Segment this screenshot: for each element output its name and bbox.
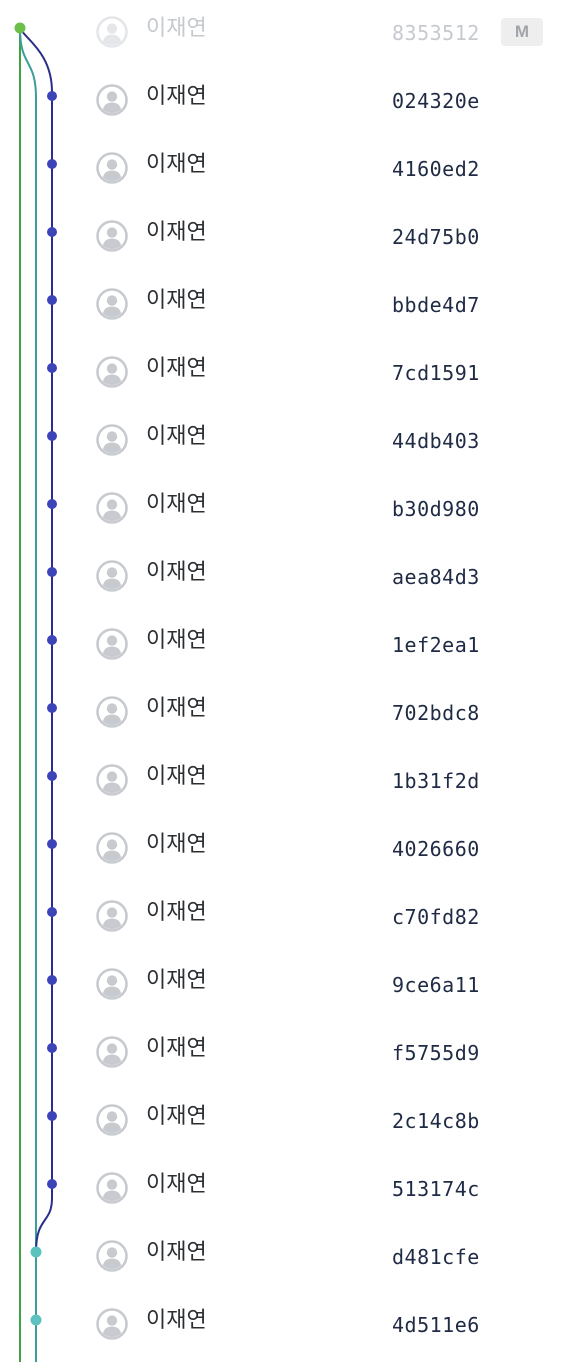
avatar-icon <box>96 764 128 796</box>
commit-author: 이재연 <box>146 424 207 449</box>
commit-author: 이재연 <box>146 696 207 721</box>
avatar-icon <box>96 628 128 660</box>
commit-author: 이재연 <box>146 288 207 313</box>
commit-row[interactable]: 이재연 bbde4d7 <box>0 272 562 340</box>
commit-author: 이재연 <box>146 152 207 177</box>
avatar-icon <box>96 16 128 48</box>
commit-row[interactable]: 이재연 1ef2ea1 <box>0 612 562 680</box>
avatar-icon <box>96 356 128 388</box>
commit-hash[interactable]: aea84d3 <box>392 562 480 592</box>
avatar-icon <box>96 492 128 524</box>
commit-row[interactable]: 이재연 1b31f2d <box>0 748 562 816</box>
avatar-icon <box>96 84 128 116</box>
commit-row[interactable]: 이재연 24d75b0 <box>0 204 562 272</box>
avatar-icon <box>96 1036 128 1068</box>
avatar-icon <box>96 832 128 864</box>
commit-author: 이재연 <box>146 1172 207 1197</box>
commit-author: 이재연 <box>146 764 207 789</box>
commit-author: 이재연 <box>146 220 207 245</box>
avatar-icon <box>96 1240 128 1272</box>
commit-author: 이재연 <box>146 84 207 109</box>
commit-author: 이재연 <box>146 1036 207 1061</box>
commit-hash[interactable]: 513174c <box>392 1174 480 1204</box>
commit-author: 이재연 <box>146 968 207 993</box>
commit-author: 이재연 <box>146 356 207 381</box>
commit-list: 이재연 8353512 M 이재연 024320e 이재연 4160ed2 이재연 24d75b… <box>0 0 562 1362</box>
commit-author: 이재연 <box>146 628 207 653</box>
avatar-icon <box>96 220 128 252</box>
commit-row[interactable]: 이재연 4026660 <box>0 816 562 884</box>
commit-author: 이재연 <box>146 16 207 41</box>
commit-hash[interactable]: 8353512 <box>392 18 480 48</box>
commit-hash[interactable]: 2c14c8b <box>392 1106 480 1136</box>
commit-row[interactable]: 이재연 c70fd82 <box>0 884 562 952</box>
commit-row[interactable]: 이재연 aea84d3 <box>0 544 562 612</box>
commit-hash[interactable]: f5755d9 <box>392 1038 480 1068</box>
commit-hash[interactable]: 7cd1591 <box>392 358 480 388</box>
commit-row[interactable]: 이재연 9ce6a11 <box>0 952 562 1020</box>
commit-hash[interactable]: 1ef2ea1 <box>392 630 480 660</box>
commit-hash[interactable]: 702bdc8 <box>392 698 480 728</box>
commit-hash[interactable]: 4026660 <box>392 834 480 864</box>
avatar-icon <box>96 968 128 1000</box>
commit-row[interactable]: 이재연 d481cfe <box>0 1224 562 1292</box>
commit-hash[interactable]: 24d75b0 <box>392 222 480 252</box>
commit-row[interactable]: 이재연 4160ed2 <box>0 136 562 204</box>
commit-row[interactable]: 이재연 44db403 <box>0 408 562 476</box>
commit-hash[interactable]: b30d980 <box>392 494 480 524</box>
avatar-icon <box>96 288 128 320</box>
avatar-icon <box>96 560 128 592</box>
merge-badge: M <box>501 18 543 46</box>
commit-hash[interactable]: d481cfe <box>392 1242 480 1272</box>
commit-row[interactable]: 이재연 2c14c8b <box>0 1088 562 1156</box>
commit-author: 이재연 <box>146 1308 207 1333</box>
commit-row[interactable]: 이재연 8353512 M <box>0 0 562 68</box>
avatar-icon <box>96 424 128 456</box>
avatar-icon <box>96 152 128 184</box>
commit-hash[interactable]: 9ce6a11 <box>392 970 480 1000</box>
avatar-icon <box>96 1172 128 1204</box>
commit-author: 이재연 <box>146 1104 207 1129</box>
avatar-icon <box>96 1104 128 1136</box>
commit-hash[interactable]: 1b31f2d <box>392 766 480 796</box>
commit-row[interactable]: 이재연 513174c <box>0 1156 562 1224</box>
commit-row[interactable]: 이재연 702bdc8 <box>0 680 562 748</box>
commit-hash[interactable]: 44db403 <box>392 426 480 456</box>
commit-row[interactable]: 이재연 f5755d9 <box>0 1020 562 1088</box>
commit-author: 이재연 <box>146 1240 207 1265</box>
commit-author: 이재연 <box>146 832 207 857</box>
commit-hash[interactable]: 024320e <box>392 86 480 116</box>
commit-author: 이재연 <box>146 560 207 585</box>
commit-row[interactable]: 이재연 4d511e6 <box>0 1292 562 1360</box>
commit-hash[interactable]: bbde4d7 <box>392 290 480 320</box>
avatar-icon <box>96 900 128 932</box>
commit-row[interactable]: 이재연 b30d980 <box>0 476 562 544</box>
commit-author: 이재연 <box>146 900 207 925</box>
commit-hash[interactable]: 4160ed2 <box>392 154 480 184</box>
commit-author: 이재연 <box>146 492 207 517</box>
avatar-icon <box>96 696 128 728</box>
commit-row[interactable]: 이재연 7cd1591 <box>0 340 562 408</box>
commit-hash[interactable]: c70fd82 <box>392 902 480 932</box>
avatar-icon <box>96 1308 128 1340</box>
commit-hash[interactable]: 4d511e6 <box>392 1310 480 1340</box>
commit-row[interactable]: 이재연 024320e <box>0 68 562 136</box>
